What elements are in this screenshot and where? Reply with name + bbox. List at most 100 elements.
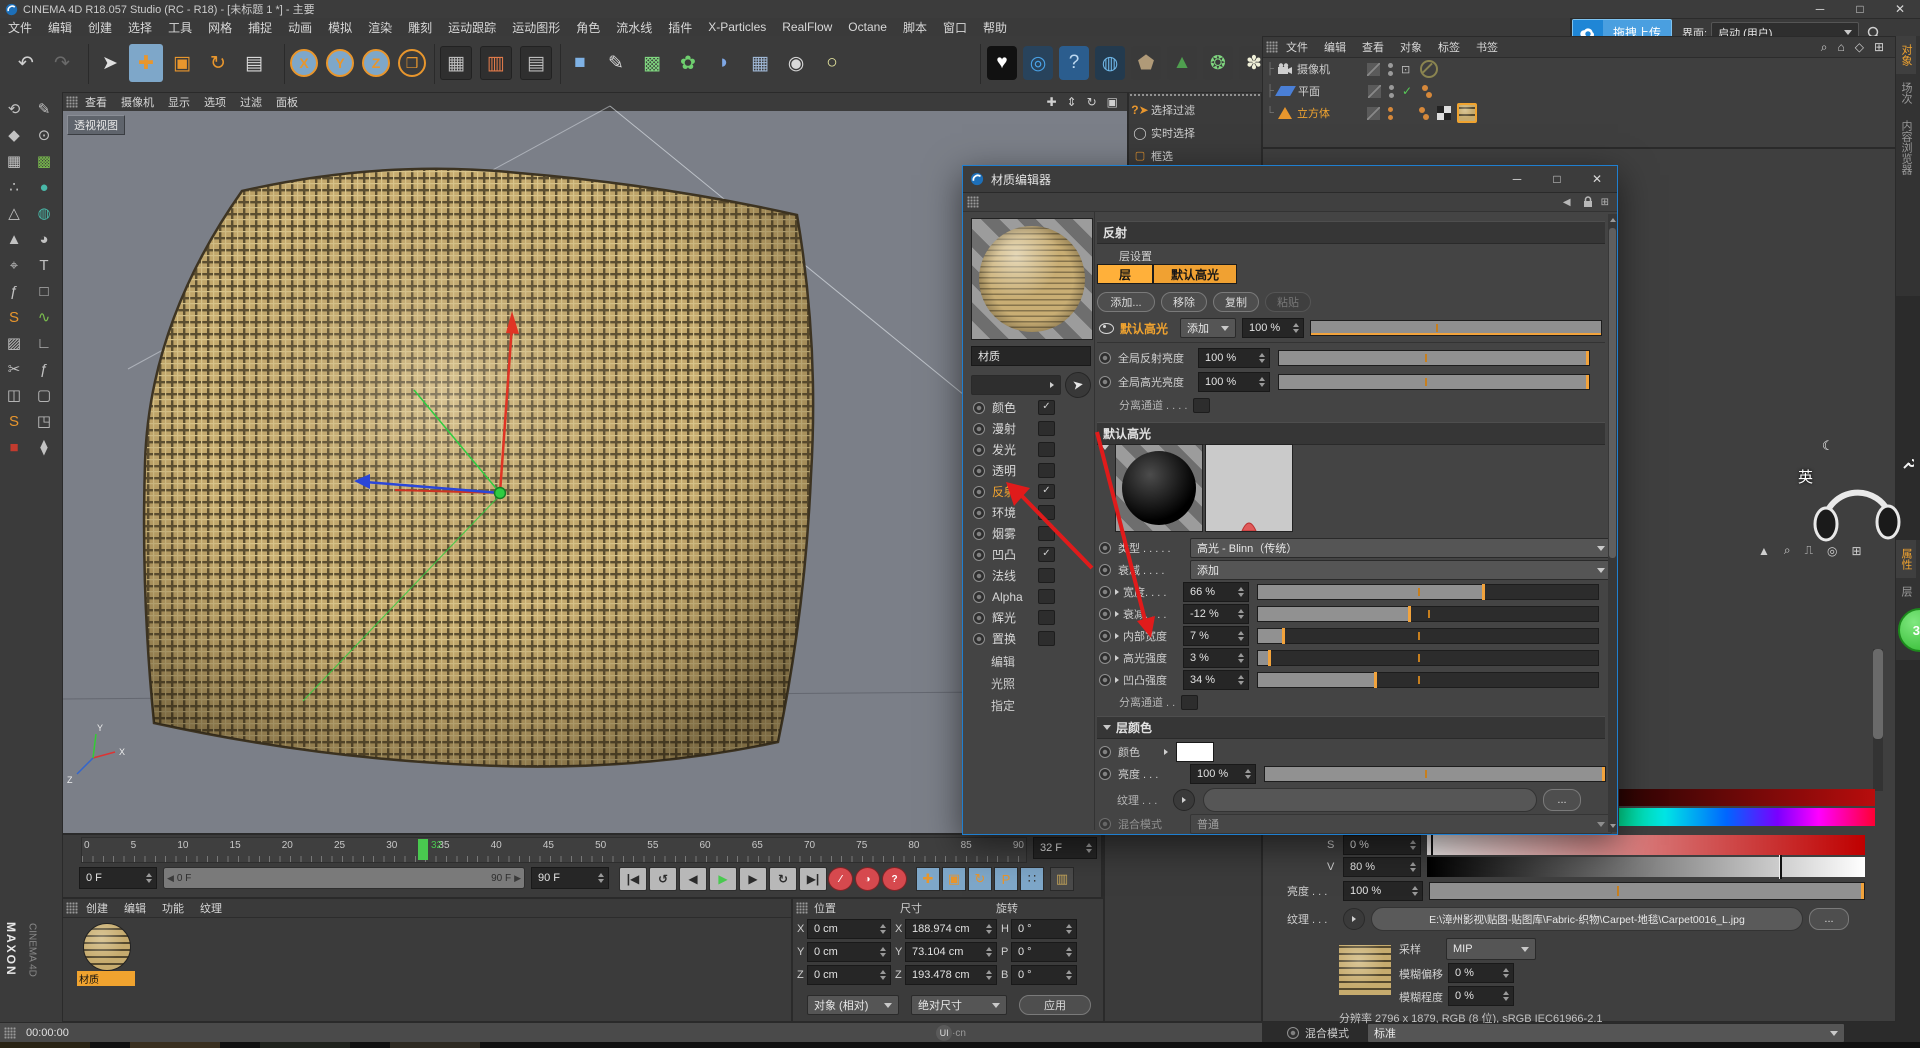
am-scrollbar[interactable] [1873,649,1883,791]
s-spinner[interactable]: 0 % [1343,835,1421,855]
preview-type-select[interactable] [971,375,1061,395]
global-reflection-slider[interactable] [1278,350,1590,366]
lock-icon[interactable] [1583,196,1593,208]
phong-tag-icon[interactable] [1422,85,1432,98]
pick-cursor-button[interactable]: ➤ [1063,370,1093,400]
tab-objects[interactable]: 对象 [1896,36,1916,74]
key-toggle-button[interactable]: P [994,867,1018,891]
create-object-icon[interactable]: ✿ [671,44,705,82]
am-header-icon[interactable]: ⌕ [1777,543,1798,558]
left-tool-icon[interactable]: ◫ [0,382,28,408]
channel-checkbox[interactable] [1038,442,1055,457]
menu-item[interactable]: 渲染 [360,19,400,36]
left-tool-icon[interactable]: □ [30,278,58,304]
copy-layer-button[interactable]: 复制 [1213,292,1259,312]
menu-item[interactable]: RealFlow [774,20,840,34]
key-toggle-button[interactable]: ∷ [1020,867,1044,891]
palette-item-box-select[interactable]: ▢ 框选 [1129,144,1261,167]
v-spinner[interactable]: 80 % [1343,857,1421,877]
menu-item[interactable]: 动画 [280,19,320,36]
layer-brightness-slider[interactable] [1264,766,1606,782]
end-frame-spinner[interactable]: 90 F [531,867,609,889]
create-object-icon[interactable]: ◗ [707,44,741,82]
material-name-input[interactable]: 材质 [971,346,1091,366]
menu-item[interactable]: 运动跟踪 [440,19,504,36]
mm-menu-item[interactable]: 功能 [154,900,192,916]
menu-item[interactable]: 脚本 [895,19,935,36]
axis-lock-icon[interactable]: Y [326,49,354,77]
left-tool-icon[interactable]: ◕ [30,226,58,252]
menu-item[interactable]: Octane [840,20,895,34]
create-object-icon[interactable]: ▩ [635,44,669,82]
channel-row[interactable]: 烟雾 [971,523,1055,544]
bump-strength-spinner[interactable]: 34 % [1183,670,1249,690]
left-tool-icon[interactable]: ⌖ [0,252,28,278]
visibility-dots[interactable] [1388,107,1393,120]
layer-opacity-spinner[interactable]: 100 % [1242,318,1304,338]
inner-width-spinner[interactable]: 7 % [1183,626,1249,646]
menu-item[interactable]: 窗口 [935,19,975,36]
left-tool-icon[interactable]: ✎ [30,96,58,122]
separate-channels-toggle[interactable] [1193,398,1210,413]
left-tool-icon[interactable]: ƒ [0,278,28,304]
create-object-icon[interactable]: ▦ [743,44,777,82]
tab-content-browser[interactable]: 内容浏览器 [1896,112,1916,183]
plugin-icon[interactable]: ▲ [1167,46,1197,80]
menu-item[interactable]: 选择 [120,19,160,36]
menu-item[interactable]: 流水线 [608,19,660,36]
film-button[interactable]: ▥ [1050,867,1074,891]
phong-tag-icon[interactable] [1419,107,1429,120]
falloff-select[interactable]: 添加 [1190,560,1612,580]
left-tool-icon[interactable]: ∟ [30,330,58,356]
v-gradient-slider[interactable] [1427,857,1865,877]
left-tool-icon[interactable]: ▦ [0,148,28,174]
collapse-arrow-icon[interactable] [1101,450,1109,468]
palette-item-live-select[interactable]: ◯ 实时选择 [1129,121,1261,144]
left-tool-icon[interactable]: ▨ [0,330,28,356]
channel-row[interactable]: 颜色 ✓ [971,397,1055,418]
channel-checkbox[interactable] [1038,463,1055,478]
transport-button[interactable]: ↺ [649,867,677,891]
axis-lock-icon[interactable]: Z [362,49,390,77]
layer-box[interactable] [1367,107,1380,120]
inner-width-slider[interactable] [1257,628,1599,644]
left-tool-icon[interactable]: ▲ [0,226,28,252]
channel-checkbox[interactable]: ✓ [1038,547,1055,562]
plugin-icon[interactable]: ◍ [1095,46,1125,80]
maximize-button[interactable]: □ [1840,0,1880,18]
global-specular-slider[interactable] [1278,374,1590,390]
left-tool-icon[interactable]: ■ [0,434,28,460]
width-slider[interactable] [1257,584,1599,600]
channel-row[interactable]: 漫射 [971,418,1055,439]
color-swatch[interactable] [1176,742,1214,762]
plugin-icon[interactable]: ♥ [987,46,1017,80]
rot-p[interactable]: 0 ° [1011,942,1077,962]
mm-menu-item[interactable]: 纹理 [192,900,230,916]
visibility-dots[interactable] [1388,63,1393,76]
om-menu-item[interactable]: 查看 [1354,39,1392,55]
transport-button[interactable]: |◀ [619,867,647,891]
blend-select[interactable]: 标准 [1367,1023,1845,1043]
channel-checkbox[interactable] [1038,631,1055,646]
me-preview[interactable] [971,218,1093,340]
pos-z[interactable]: 0 cm [807,965,891,985]
timeline-ruler[interactable]: 051015202530354045505560657075808590 32 [81,837,1027,863]
create-object-icon[interactable]: ✎ [599,44,633,82]
layer-blend-mode-select[interactable]: 普通 [1190,814,1612,834]
playhead[interactable] [418,839,428,860]
left-tool-icon[interactable]: ✂ [0,356,28,382]
tab-takes[interactable]: 场次 [1896,74,1916,112]
blur-scale-spinner[interactable]: 0 % [1448,986,1514,1006]
render-icon[interactable]: ▦ [440,46,472,80]
size-mode-select[interactable]: 绝对尺寸 [911,995,1007,1015]
texture-expand-button[interactable] [1343,908,1365,930]
tab-layers[interactable]: 层 [1896,578,1916,605]
layer-name[interactable]: 默认高光 [1120,320,1176,337]
left-tool-icon[interactable]: T [30,252,58,278]
left-tool-icon[interactable]: ∴ [0,174,28,200]
close-button[interactable]: ✕ [1880,0,1920,18]
om-menu-item[interactable]: 书签 [1468,39,1506,55]
minimize-button[interactable]: ─ [1800,0,1840,18]
axis-lock-icon[interactable]: ❒ [398,49,426,77]
channel-row[interactable]: 环境 [971,502,1055,523]
